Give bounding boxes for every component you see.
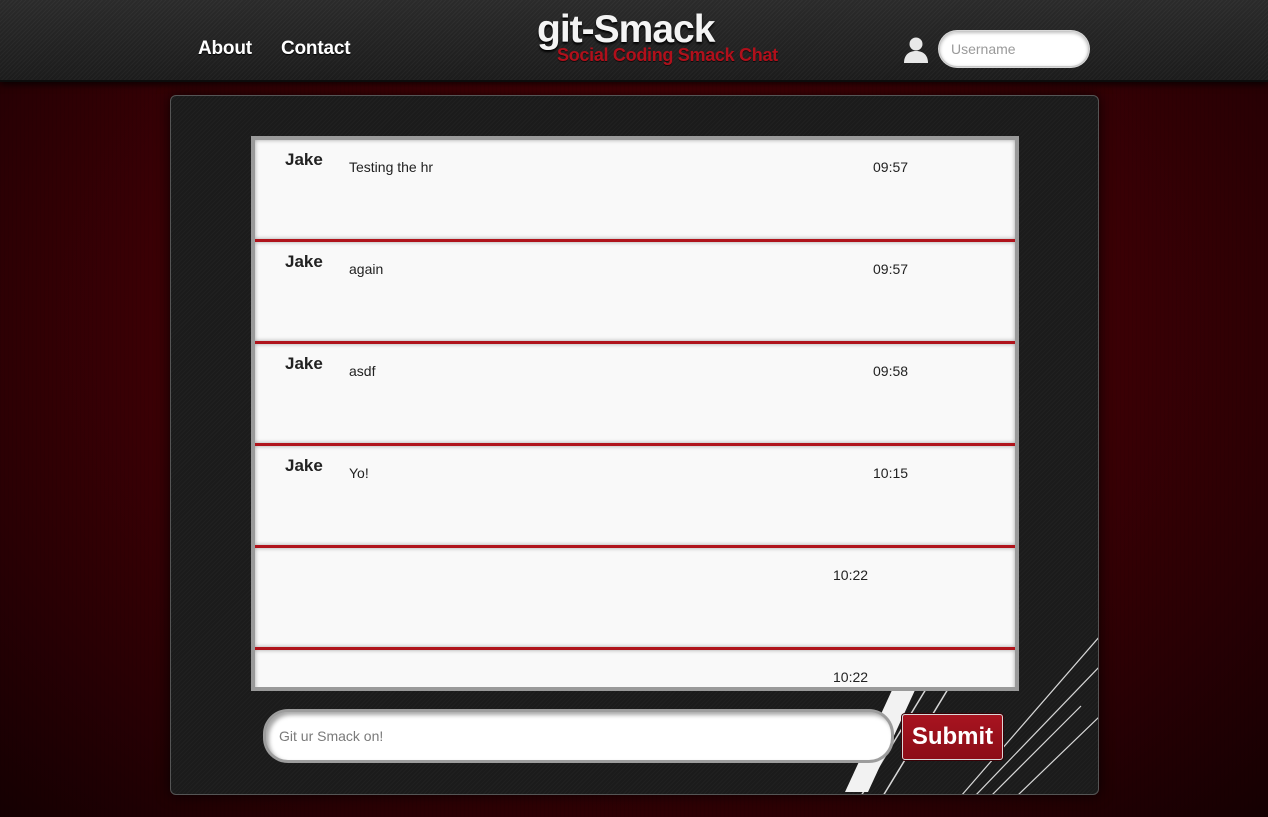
username-input[interactable] bbox=[939, 31, 1089, 67]
user-icon bbox=[904, 37, 928, 63]
message-time: 10:15 bbox=[873, 465, 909, 481]
message-text: asdf bbox=[349, 363, 376, 379]
message-row: Jake Testing the hr 09:57 bbox=[255, 140, 1015, 242]
submit-button[interactable]: Submit bbox=[902, 714, 1003, 760]
message-time: 09:57 bbox=[873, 261, 909, 277]
message-username: Jake bbox=[285, 150, 323, 169]
message-time: 10:22 bbox=[833, 567, 869, 583]
message-row: 10:22 bbox=[255, 650, 1015, 687]
message-text: Yo! bbox=[349, 465, 369, 481]
message-text: Testing the hr bbox=[349, 159, 434, 175]
chat-panel: Jake Testing the hr 09:57 Jake again 09:… bbox=[170, 95, 1099, 795]
message-list[interactable]: Jake Testing the hr 09:57 Jake again 09:… bbox=[251, 136, 1019, 691]
message-time: 10:22 bbox=[833, 669, 869, 685]
message-username: Jake bbox=[285, 456, 323, 475]
message-row: Jake Yo! 10:15 bbox=[255, 446, 1015, 548]
nav-about-link[interactable]: About bbox=[198, 38, 252, 60]
message-time: 09:58 bbox=[873, 363, 909, 379]
nav-contact-link[interactable]: Contact bbox=[281, 38, 351, 60]
message-row: Jake again 09:57 bbox=[255, 242, 1015, 344]
logo-subtitle: Social Coding Smack Chat bbox=[557, 45, 778, 65]
message-time: 09:57 bbox=[873, 159, 909, 175]
message-text: again bbox=[349, 261, 384, 277]
message-row: 10:22 bbox=[255, 548, 1015, 650]
message-input[interactable] bbox=[266, 712, 891, 760]
message-row: Jake asdf 09:58 bbox=[255, 344, 1015, 446]
top-header: About Contact git-Smack Social Coding Sm… bbox=[0, 0, 1268, 82]
message-username: Jake bbox=[285, 354, 323, 373]
message-username: Jake bbox=[285, 252, 323, 271]
